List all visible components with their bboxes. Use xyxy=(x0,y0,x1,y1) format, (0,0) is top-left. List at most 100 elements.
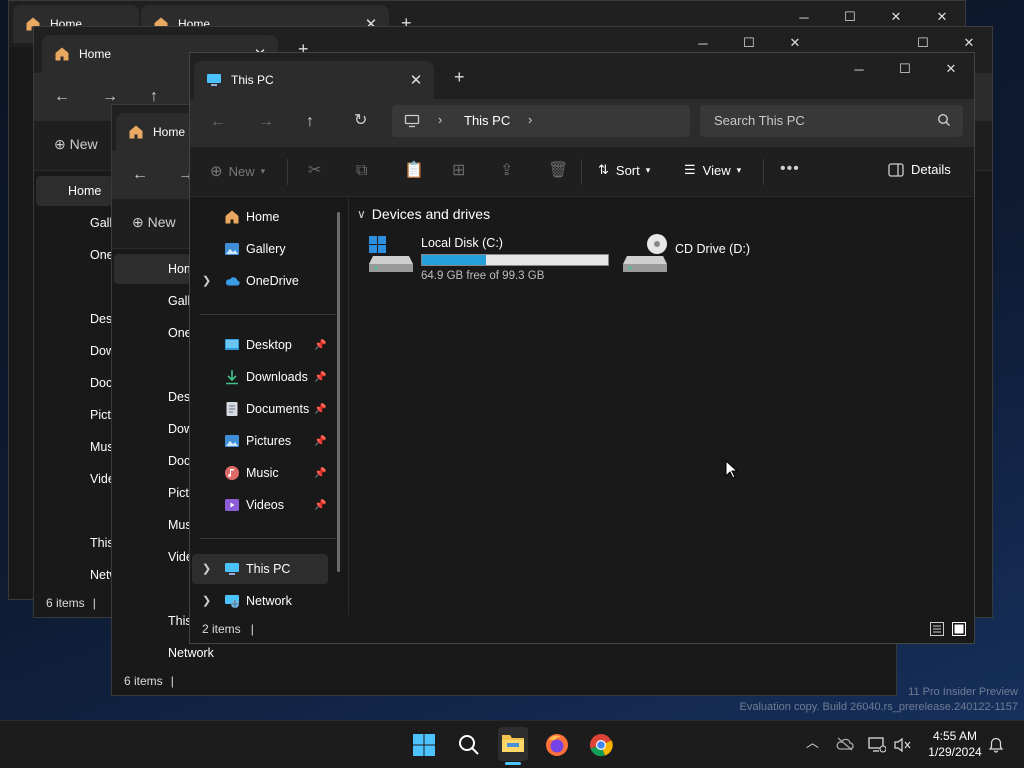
chrome-icon xyxy=(587,731,615,759)
view-label: View xyxy=(702,162,731,178)
sidebar-item-network[interactable]: Network xyxy=(190,586,346,616)
search-box[interactable]: Search This PC xyxy=(700,105,963,137)
pin-icon[interactable]: 📌 xyxy=(314,404,326,415)
details-view-icon[interactable] xyxy=(930,622,944,636)
close-window-button[interactable]: ✕ xyxy=(928,53,974,85)
navigation-pane[interactable]: Home Gallery ❯ OneDrive Desktop 📌 Downlo… xyxy=(190,198,348,615)
sidebar-item-onedrive[interactable]: OneDrive xyxy=(190,266,346,296)
pin-icon[interactable]: 📌 xyxy=(314,500,326,511)
show-hidden-icons-chevron-icon[interactable]: ︿ xyxy=(806,736,819,749)
paste-icon[interactable]: 📋 xyxy=(404,163,424,179)
back-arrow-icon[interactable]: ← xyxy=(54,89,70,105)
explorer-window-this-pc[interactable]: This PC ✕ + ─ ☐ ✕ ← → ↑ ↻ › This PC › Se… xyxy=(189,52,975,644)
forward-arrow-icon[interactable]: → xyxy=(258,114,274,130)
sidebar-item-home[interactable]: Home xyxy=(190,202,346,232)
pin-icon[interactable]: 📌 xyxy=(314,468,326,479)
new-button[interactable]: ⊕ New xyxy=(54,137,98,151)
new-button[interactable]: ⊕ New ▾ xyxy=(210,162,265,180)
volume-muted-icon[interactable] xyxy=(894,737,912,753)
view-icon: ☰ xyxy=(684,162,696,177)
drive-free-space: 64.9 GB free of 99.3 GB xyxy=(421,270,545,282)
forward-arrow-icon[interactable]: → xyxy=(102,89,118,105)
copy-icon[interactable]: ⧉ xyxy=(356,163,367,179)
back-arrow-icon[interactable]: ← xyxy=(210,114,226,130)
group-header-devices-and-drives[interactable]: ∨ Devices and drives xyxy=(357,206,490,222)
new-button[interactable]: ⊕ New xyxy=(132,215,176,229)
details-label: Details xyxy=(911,162,951,177)
sidebar-item-downloads[interactable]: Downloads 📌 xyxy=(190,362,346,392)
onedrive-tray-icon[interactable] xyxy=(836,737,854,751)
network-tray-icon[interactable] xyxy=(868,737,886,753)
status-bar: 6 items | xyxy=(124,674,174,688)
sidebar-scrollbar[interactable] xyxy=(337,212,340,572)
sidebar-item-label: This PC xyxy=(246,562,291,576)
file-explorer-icon xyxy=(501,732,525,754)
tab-this-pc[interactable]: This PC ✕ xyxy=(194,61,434,99)
back-arrow-icon[interactable]: ← xyxy=(132,167,148,183)
refresh-icon[interactable]: ↻ xyxy=(354,113,367,129)
pin-icon[interactable]: 📌 xyxy=(314,340,326,351)
notification-bell-icon[interactable] xyxy=(988,737,1004,753)
clock[interactable]: 4:55 AM 1/29/2024 xyxy=(922,728,988,760)
close-tab-icon[interactable]: ✕ xyxy=(408,71,424,89)
status-divider: | xyxy=(250,622,254,636)
taskbar[interactable]: ︿ 4:55 AM 1/29/2024 xyxy=(0,720,1024,768)
drive-local-disk-c[interactable]: Local Disk (C:) 64.9 GB free of 99.3 GB xyxy=(369,232,609,282)
sidebar-item-this-pc[interactable]: This PC xyxy=(192,554,328,584)
sort-button[interactable]: ⇅ Sort ▾ xyxy=(598,162,650,178)
chevron-right-icon: › xyxy=(438,112,443,127)
share-icon[interactable]: ⇪ xyxy=(500,163,513,179)
rename-icon[interactable]: ⊞ xyxy=(452,163,465,179)
firefox-taskbar-button[interactable] xyxy=(543,731,571,759)
divider xyxy=(200,314,336,315)
new-tab-button[interactable]: + xyxy=(454,67,465,88)
expand-chevron-icon[interactable]: ❯ xyxy=(202,562,211,575)
chevron-right-icon[interactable]: › xyxy=(528,112,532,127)
clock-time: 4:55 AM xyxy=(932,729,978,743)
sidebar-item-music[interactable]: Music xyxy=(112,510,201,540)
sidebar-item-pictures[interactable]: Pictures 📌 xyxy=(190,426,346,456)
sidebar-item-documents[interactable]: Documents 📌 xyxy=(190,394,346,424)
this-pc-icon xyxy=(224,561,240,577)
sidebar-item-music[interactable]: Music xyxy=(34,432,123,462)
sidebar-item-home[interactable]: Home xyxy=(36,176,112,206)
up-arrow-icon[interactable]: ↑ xyxy=(306,114,314,130)
pin-icon[interactable]: 📌 xyxy=(314,436,326,447)
sidebar-item-home[interactable]: Home xyxy=(114,254,201,284)
minimize-button[interactable]: ─ xyxy=(836,53,882,85)
mouse-cursor xyxy=(725,460,737,479)
chevron-down-icon: ▾ xyxy=(645,164,651,175)
content-pane[interactable]: ∨ Devices and drives Local Disk (C:) 64.… xyxy=(349,198,974,615)
sidebar-item-label: Network xyxy=(246,594,292,608)
pin-icon[interactable]: 📌 xyxy=(314,372,326,383)
sidebar-item-videos[interactable]: Videos 📌 xyxy=(190,490,346,520)
view-button[interactable]: ☰ View ▾ xyxy=(684,162,741,178)
sidebar-item-gallery[interactable]: Gallery xyxy=(190,234,346,264)
details-button[interactable]: Details xyxy=(888,162,951,177)
address-bar[interactable]: › This PC › xyxy=(392,105,690,137)
drive-cd-drive-d[interactable]: CD Drive (D:) xyxy=(623,232,823,282)
this-pc-icon xyxy=(206,72,222,88)
file-explorer-taskbar-button[interactable] xyxy=(498,727,528,765)
expand-chevron-icon[interactable]: ❯ xyxy=(202,594,211,607)
sidebar-item-music[interactable]: Music 📌 xyxy=(190,458,346,488)
plus-circle-icon: ⊕ xyxy=(210,163,223,180)
large-icons-view-icon[interactable] xyxy=(952,622,966,636)
sidebar-item-label: Gallery xyxy=(246,242,286,256)
search-button[interactable] xyxy=(455,731,483,759)
maximize-button[interactable]: ☐ xyxy=(882,53,928,85)
sidebar-item-label: Pictures xyxy=(246,434,292,448)
chrome-taskbar-button[interactable] xyxy=(587,731,615,759)
music-icon xyxy=(224,465,240,481)
sidebar-item-desktop[interactable]: Desktop 📌 xyxy=(190,330,346,360)
videos-icon xyxy=(224,497,240,513)
search-icon xyxy=(937,113,951,127)
up-arrow-icon[interactable]: ↑ xyxy=(150,89,158,105)
start-button[interactable] xyxy=(410,731,438,759)
cut-icon[interactable]: ✂ xyxy=(308,163,321,179)
sidebar-item-label: Videos xyxy=(246,498,284,512)
breadcrumb-this-pc[interactable]: This PC xyxy=(464,113,510,128)
delete-icon[interactable]: 🗑 xyxy=(548,163,568,179)
more-options-icon[interactable]: ••• xyxy=(780,161,800,177)
desktop-icon xyxy=(224,337,240,353)
